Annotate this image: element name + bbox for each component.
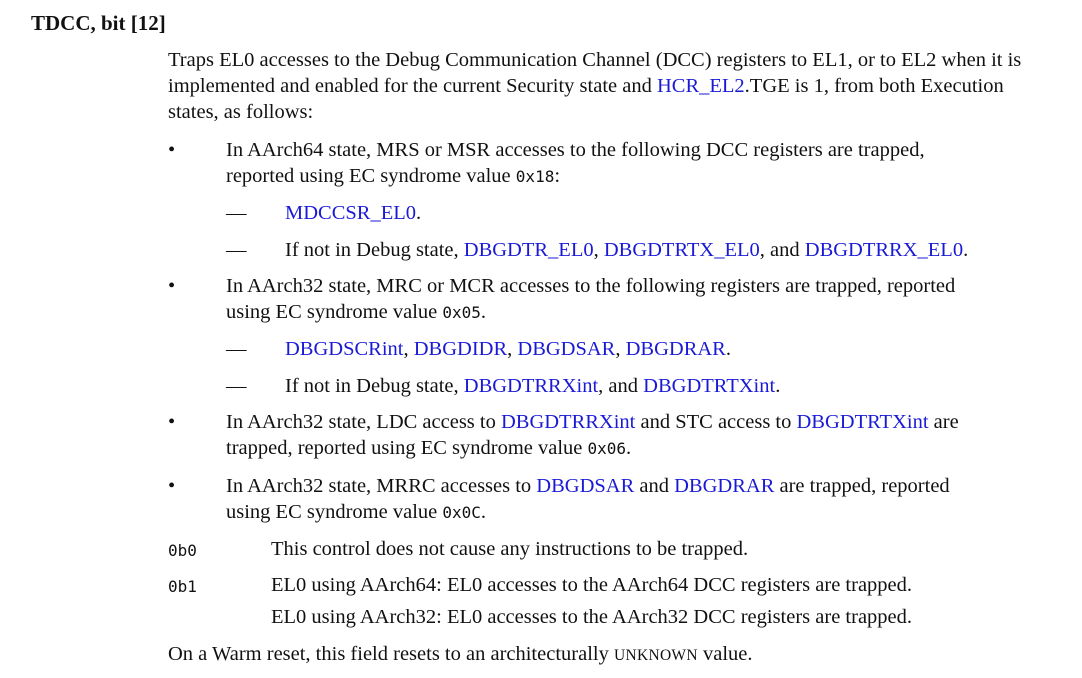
punct: , <box>615 338 626 360</box>
punct: , <box>593 239 604 261</box>
dbgdsar-link[interactable]: DBGDSAR <box>517 338 615 360</box>
bullet-line-text: are trapped, reported <box>774 475 950 497</box>
bullet-line: In AArch32 state, MRC or MCR accesses to… <box>226 275 956 297</box>
punct: , <box>507 338 518 360</box>
reset-paragraph: On a Warm reset, this field resets to an… <box>168 641 753 669</box>
ec-code: 0x05 <box>442 303 481 322</box>
punct: . <box>725 338 731 360</box>
bullet-line-text: and <box>634 475 675 497</box>
bullet-line: reported using EC syndrome value 0x18: <box>226 163 1026 190</box>
dbgdidr-link[interactable]: DBGDIDR <box>414 338 507 360</box>
punct: . <box>775 375 781 397</box>
sub-text: MDCCSR_EL0. <box>285 200 421 226</box>
dbgdtrrxint-link[interactable]: DBGDTRRXint <box>501 411 635 433</box>
reset-text: On a Warm reset, this field resets to an… <box>168 643 614 665</box>
bullet-line: using EC syndrome value 0x0C. <box>226 499 1026 526</box>
bullet-line: trapped, reported using EC syndrome valu… <box>226 435 1026 462</box>
ec-code: 0x06 <box>587 439 627 458</box>
value-description: EL0 using AArch32: EL0 accesses to the A… <box>271 606 913 628</box>
bullet-line-text: are <box>928 411 959 433</box>
bullet-line: In AArch32 state, LDC access to DBGDTRRX… <box>226 409 1026 435</box>
bullet-icon: • <box>168 475 176 497</box>
dbgdtrtx-el0-link[interactable]: DBGDTRTX_EL0 <box>604 239 760 261</box>
punct: . <box>626 437 632 459</box>
bullet-icon: • <box>168 139 176 161</box>
bullet-line-text: and STC access to <box>635 411 797 433</box>
dbgdrar-link[interactable]: DBGDRAR <box>674 475 774 497</box>
bullet-line-text: In AArch32 state, LDC access to <box>226 411 501 433</box>
bullet-line-text: trapped, reported using EC syndrome valu… <box>226 437 588 459</box>
dash-icon: — <box>226 239 247 261</box>
value-code: 0b0 <box>168 541 197 560</box>
bullet-line-text: using EC syndrome value <box>226 301 443 323</box>
punct: . <box>963 239 969 261</box>
bullet-line-text: In AArch32 state, MRRC accesses to <box>226 475 537 497</box>
hcr-el2-link[interactable]: HCR_EL2 <box>657 75 745 97</box>
dbgdtrrxint-link[interactable]: DBGDTRRXint <box>464 375 598 397</box>
bullet-text: In AArch32 state, LDC access to DBGDTRRX… <box>226 409 1026 462</box>
dash-icon: — <box>226 338 247 360</box>
intro-paragraph: Traps EL0 accesses to the Debug Communic… <box>168 47 1048 125</box>
sub-prefix: If not in Debug state, <box>285 375 464 397</box>
bullet-line: In AArch32 state, MRRC accesses to DBGDS… <box>226 473 1026 499</box>
punct: . <box>416 202 422 224</box>
punct: , and <box>598 375 644 397</box>
ec-code: 0x18 <box>515 167 555 186</box>
value-description: EL0 using AArch64: EL0 accesses to the A… <box>271 574 913 596</box>
dbgdtr-el0-link[interactable]: DBGDTR_EL0 <box>464 239 594 261</box>
dash-icon: — <box>226 375 247 397</box>
punct: , <box>403 338 414 360</box>
dash-icon: — <box>226 202 247 224</box>
bullet-icon: • <box>168 411 176 433</box>
dbgdtrrx-el0-link[interactable]: DBGDTRRX_EL0 <box>805 239 963 261</box>
dbgdscrint-link[interactable]: DBGDSCRint <box>285 338 403 360</box>
sub-text: DBGDSCRint, DBGDIDR, DBGDSAR, DBGDRAR. <box>285 336 731 362</box>
ec-code: 0x0C <box>442 503 481 522</box>
bullet-line-text: reported using EC syndrome value <box>226 165 516 187</box>
value-code: 0b1 <box>168 577 197 596</box>
field-heading: TDCC, bit [12] <box>31 11 166 35</box>
punct: , and <box>759 239 805 261</box>
dbgdtrtxint-link[interactable]: DBGDTRTXint <box>797 411 929 433</box>
sub-text: If not in Debug state, DBGDTRRXint, and … <box>285 373 780 399</box>
bullet-line: using EC syndrome value 0x05. <box>226 299 1026 326</box>
punct: : <box>554 165 561 187</box>
punct: . <box>480 301 487 323</box>
bullet-text: In AArch64 state, MRS or MSR accesses to… <box>226 137 1026 190</box>
bullet-text: In AArch32 state, MRC or MCR accesses to… <box>226 273 1026 326</box>
unknown-smallcaps: UNKNOWN <box>613 647 698 664</box>
punct: . <box>480 501 487 523</box>
dbgdsar-link[interactable]: DBGDSAR <box>536 475 634 497</box>
reset-text-end: value. <box>697 643 753 665</box>
dbgdtrtxint-link[interactable]: DBGDTRTXint <box>643 375 775 397</box>
dbgdrar-link[interactable]: DBGDRAR <box>626 338 726 360</box>
mdccsr-el0-link[interactable]: MDCCSR_EL0 <box>285 202 416 224</box>
sub-text: If not in Debug state, DBGDTR_EL0, DBGDT… <box>285 237 968 263</box>
bullet-line: In AArch64 state, MRS or MSR accesses to… <box>226 139 925 161</box>
sub-prefix: If not in Debug state, <box>285 239 464 261</box>
bullet-line-text: using EC syndrome value <box>226 501 443 523</box>
value-description: This control does not cause any instruct… <box>271 538 749 560</box>
bullet-text: In AArch32 state, MRRC accesses to DBGDS… <box>226 473 1026 526</box>
bullet-icon: • <box>168 275 176 297</box>
